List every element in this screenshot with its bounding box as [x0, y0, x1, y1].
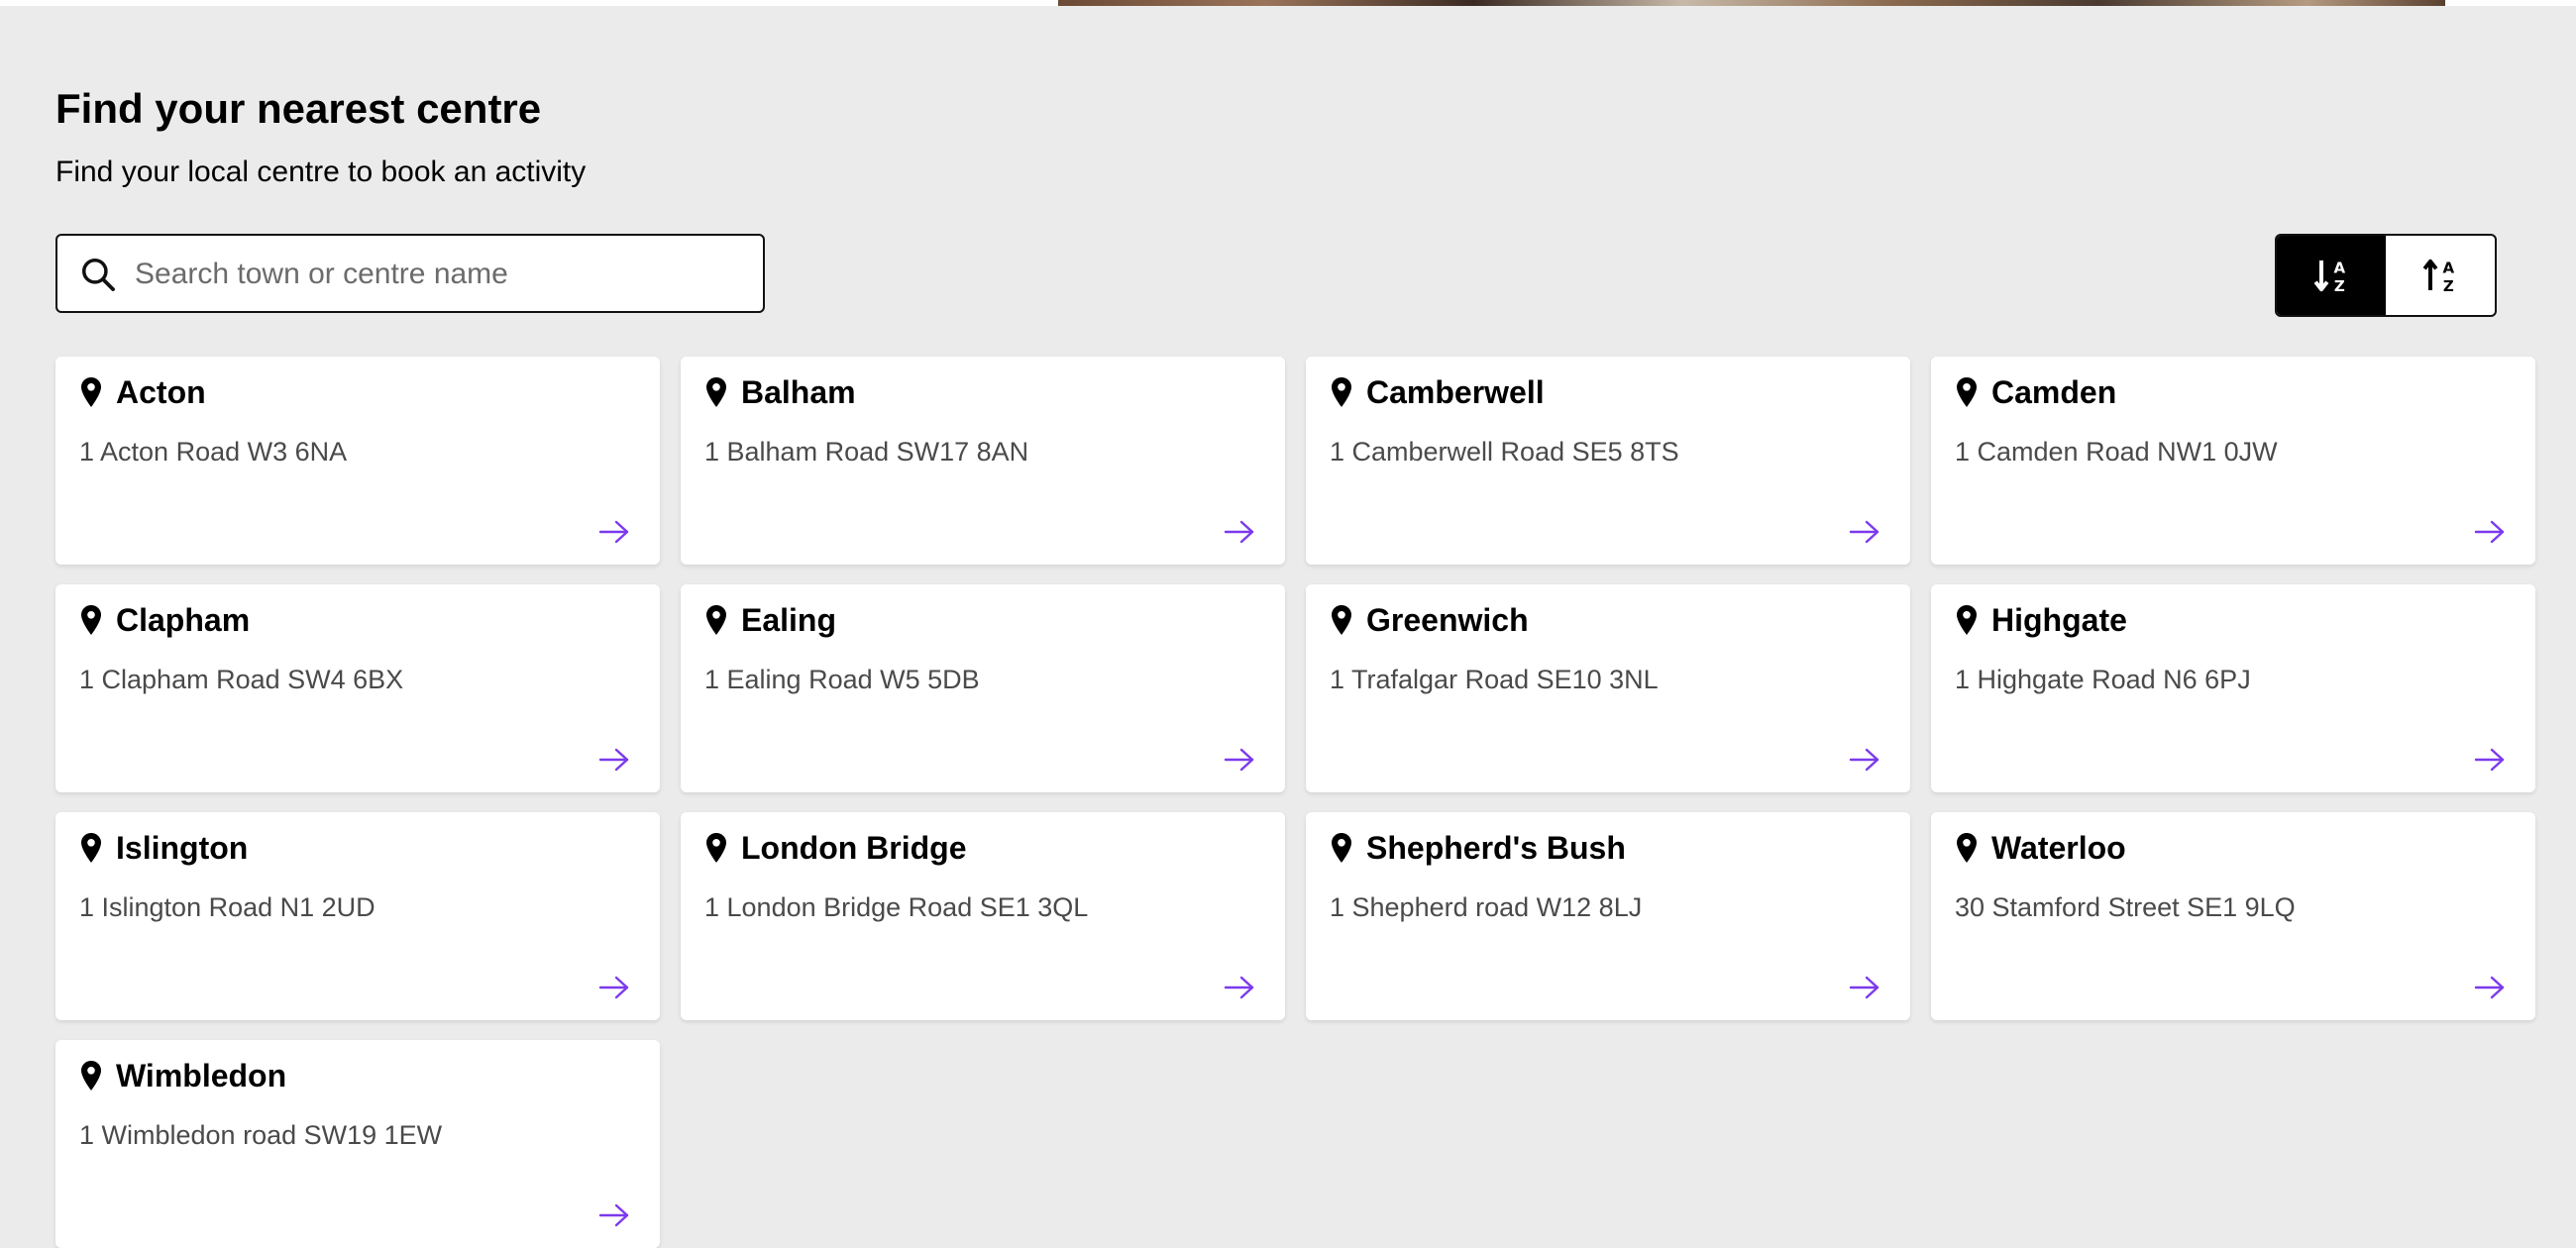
arrow-right-icon[interactable] [1849, 747, 1880, 773]
location-pin-icon [1332, 377, 1351, 407]
centre-card[interactable]: London Bridge 1 London Bridge Road SE1 3… [681, 812, 1285, 1020]
sort-alpha-ascending-icon: A Z [2313, 260, 2346, 295]
svg-text:A: A [2443, 260, 2455, 277]
centre-card[interactable]: Greenwich 1 Trafalgar Road SE10 3NL [1306, 584, 1910, 792]
centre-address: 1 Camberwell Road SE5 8TS [1330, 437, 1679, 467]
location-pin-icon [706, 605, 726, 635]
page-subtitle: Find your local centre to book an activi… [55, 156, 587, 188]
location-pin-icon [706, 377, 726, 407]
centre-name: Wimbledon [116, 1058, 287, 1093]
arrow-right-icon[interactable] [598, 1202, 630, 1228]
centre-address: 1 Camden Road NW1 0JW [1955, 437, 2278, 467]
arrow-right-icon[interactable] [2474, 519, 2506, 545]
sort-alpha-descending-icon: A Z [2422, 260, 2455, 295]
search-icon [82, 259, 115, 291]
centre-name: Highgate [1991, 602, 2127, 638]
location-pin-icon [1332, 605, 1351, 635]
centre-card[interactable]: Camberwell 1 Camberwell Road SE5 8TS [1306, 357, 1910, 565]
centre-name: Acton [116, 374, 206, 410]
centre-name: Clapham [116, 602, 251, 638]
centre-grid: Acton 1 Acton Road W3 6NA Balham 1 Balha… [55, 357, 2536, 1248]
search-input[interactable] [133, 246, 751, 303]
centre-address: 1 Islington Road N1 2UD [79, 892, 376, 922]
centre-address: 1 Clapham Road SW4 6BX [79, 665, 404, 694]
location-pin-icon [706, 833, 726, 863]
centre-card[interactable]: Ealing 1 Ealing Road W5 5DB [681, 584, 1285, 792]
arrow-right-icon[interactable] [2474, 747, 2506, 773]
centre-name: Balham [741, 374, 856, 410]
hero-image [1058, 0, 2445, 6]
centre-name: Waterloo [1991, 830, 2126, 866]
centre-address: 30 Stamford Street SE1 9LQ [1955, 892, 2296, 922]
arrow-right-icon[interactable] [1224, 519, 1255, 545]
arrow-right-icon[interactable] [598, 975, 630, 1000]
location-pin-icon [81, 1061, 101, 1091]
location-pin-icon [1957, 377, 1977, 407]
centre-address: 1 Wimbledon road SW19 1EW [79, 1120, 443, 1150]
centre-card[interactable]: Islington 1 Islington Road N1 2UD [55, 812, 660, 1020]
svg-text:Z: Z [2443, 277, 2454, 295]
arrow-right-icon[interactable] [1224, 747, 1255, 773]
arrow-right-icon[interactable] [598, 519, 630, 545]
location-pin-icon [81, 605, 101, 635]
centre-card[interactable]: Highgate 1 Highgate Road N6 6PJ [1931, 584, 2535, 792]
centre-address: 1 Ealing Road W5 5DB [704, 665, 980, 694]
page-title: Find your nearest centre [55, 85, 542, 132]
centre-name: Islington [116, 830, 249, 866]
location-pin-icon [1957, 833, 1977, 863]
arrow-right-icon[interactable] [598, 747, 630, 773]
arrow-right-icon[interactable] [2474, 975, 2506, 1000]
arrow-right-icon[interactable] [1224, 975, 1255, 1000]
sort-ascending-button[interactable]: A Z [2277, 236, 2386, 315]
arrow-right-icon[interactable] [1849, 975, 1880, 1000]
centre-card[interactable]: Wimbledon 1 Wimbledon road SW19 1EW [55, 1040, 660, 1248]
arrow-right-icon[interactable] [1849, 519, 1880, 545]
centre-card[interactable]: Waterloo 30 Stamford Street SE1 9LQ [1931, 812, 2535, 1020]
centre-card[interactable]: Shepherd's Bush 1 Shepherd road W12 8LJ [1306, 812, 1910, 1020]
centre-name: London Bridge [741, 830, 967, 866]
centre-name: Ealing [741, 602, 837, 638]
centre-address: 1 Shepherd road W12 8LJ [1330, 892, 1643, 922]
svg-text:Z: Z [2334, 277, 2345, 295]
location-pin-icon [81, 833, 101, 863]
centre-address: 1 Highgate Road N6 6PJ [1955, 665, 2251, 694]
location-pin-icon [1957, 605, 1977, 635]
centre-card[interactable]: Acton 1 Acton Road W3 6NA [55, 357, 660, 565]
centre-address: 1 Trafalgar Road SE10 3NL [1330, 665, 1659, 694]
svg-text:A: A [2334, 260, 2346, 277]
centre-card[interactable]: Clapham 1 Clapham Road SW4 6BX [55, 584, 660, 792]
sort-descending-button[interactable]: A Z [2386, 236, 2495, 315]
centre-name: Camberwell [1366, 374, 1545, 410]
centre-address: 1 London Bridge Road SE1 3QL [704, 892, 1089, 922]
location-pin-icon [81, 377, 101, 407]
centre-address: 1 Balham Road SW17 8AN [704, 437, 1029, 467]
search-box[interactable] [55, 234, 765, 313]
centre-name: Greenwich [1366, 602, 1529, 638]
sort-toggle: A Z A Z [2275, 234, 2497, 317]
centre-name: Shepherd's Bush [1366, 830, 1626, 866]
centre-card[interactable]: Balham 1 Balham Road SW17 8AN [681, 357, 1285, 565]
centre-card[interactable]: Camden 1 Camden Road NW1 0JW [1931, 357, 2535, 565]
centre-address: 1 Acton Road W3 6NA [79, 437, 348, 467]
location-pin-icon [1332, 833, 1351, 863]
centre-name: Camden [1991, 374, 2117, 410]
